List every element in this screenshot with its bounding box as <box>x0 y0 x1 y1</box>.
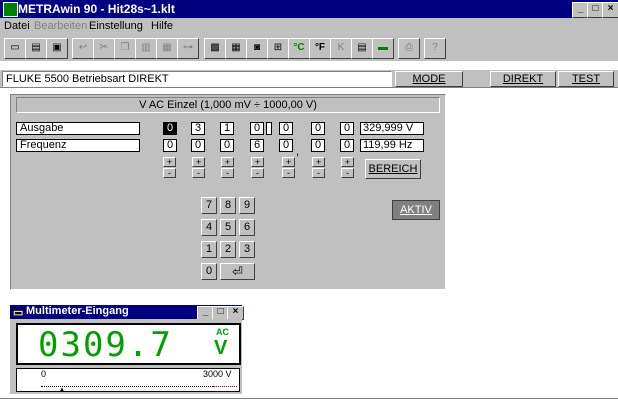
multimeter-reading: 0309.7 <box>38 325 173 365</box>
ausgabe-digit-3[interactable]: 1 <box>220 122 234 135</box>
digit1-minus-button[interactable]: - <box>163 168 176 178</box>
display-icon[interactable]: ▬ <box>372 38 394 59</box>
key-4[interactable]: 4 <box>201 219 217 236</box>
mm-close-button[interactable]: × <box>227 306 244 320</box>
open-file-icon[interactable]: ▤ <box>25 38 47 59</box>
key-3[interactable]: 3 <box>239 241 255 258</box>
key-7[interactable]: 7 <box>201 197 217 214</box>
key-8[interactable]: 8 <box>220 197 236 214</box>
menu-datei[interactable]: Datei <box>4 20 30 32</box>
ausgabe-digit-1[interactable]: 0 <box>163 122 177 135</box>
key-9[interactable]: 9 <box>239 197 255 214</box>
copy-icon[interactable]: ❐ <box>114 38 136 59</box>
cut-icon[interactable]: ✂ <box>93 38 115 59</box>
save-file-icon[interactable]: ▣ <box>46 38 68 59</box>
frequenz-digit-4[interactable]: 6 <box>250 139 264 152</box>
ac-indicator: AC <box>216 327 229 337</box>
device-status: FLUKE 5500 Betriebsart DIREKT <box>2 71 392 87</box>
multimeter-window-icon: ▭ <box>13 307 24 319</box>
clipboard-icon[interactable]: ▦ <box>156 38 178 59</box>
ausgabe-label: Ausgabe <box>16 122 140 135</box>
frequenz-digit-5[interactable]: 0 <box>279 139 293 152</box>
ausgabe-digit-7[interactable]: 0 <box>340 122 354 135</box>
status-bar <box>0 398 618 416</box>
digit6-minus-button[interactable]: - <box>312 168 325 178</box>
grid-icon[interactable]: ▩ <box>204 38 226 59</box>
device-icon[interactable]: ◙ <box>246 38 268 59</box>
multimeter-display: 0309.7 AC V <box>16 323 241 365</box>
key-0[interactable]: 0 <box>201 263 217 280</box>
table-icon[interactable]: ▦ <box>225 38 247 59</box>
menu-einstellung[interactable]: Einstellung <box>89 20 143 32</box>
app-icon <box>3 2 18 17</box>
close-button[interactable]: × <box>602 2 618 18</box>
key-1[interactable]: 1 <box>201 241 217 258</box>
bereich-button[interactable]: BEREICH <box>365 159 421 179</box>
ausgabe-digit-5[interactable]: 0 <box>279 122 293 135</box>
frequenz-digit-7[interactable]: 0 <box>340 139 354 152</box>
paste-icon[interactable]: ▥ <box>135 38 157 59</box>
ausgabe-digit-4[interactable]: 0 <box>250 122 264 135</box>
window-title: METRAwin 90 - Hit28s~1.klt <box>18 2 175 16</box>
key-5[interactable]: 5 <box>220 219 236 236</box>
digit2-plus-button[interactable]: + <box>192 157 205 167</box>
mode-button[interactable]: MODE <box>395 71 463 87</box>
frequenz-label: Frequenz <box>16 139 140 152</box>
new-file-icon[interactable]: ▭ <box>4 38 26 59</box>
frequenz-value: 119,99 Hz <box>360 139 424 152</box>
calculator-icon[interactable]: ▤ <box>351 38 373 59</box>
menu-bearbeiten[interactable]: Bearbeiten <box>34 20 87 32</box>
fahrenheit-button[interactable]: °F <box>309 38 331 59</box>
digit5-minus-button[interactable]: - <box>282 168 295 178</box>
ausgabe-digit-2[interactable]: 3 <box>191 122 205 135</box>
key-2[interactable]: 2 <box>220 241 236 258</box>
test-button[interactable]: TEST <box>558 71 614 87</box>
menu-hilfe[interactable]: Hilfe <box>151 20 173 32</box>
unit-indicator: V <box>214 337 228 359</box>
digit4-minus-button[interactable]: - <box>251 168 264 178</box>
multimeter-title: Multimeter-Eingang <box>26 305 129 317</box>
celsius-button[interactable]: °C <box>288 38 310 59</box>
digit3-plus-button[interactable]: + <box>221 157 234 167</box>
ausgabe-value: 329,999 V <box>360 122 424 135</box>
aktiv-button[interactable]: AKTIV <box>392 200 440 220</box>
digit3-minus-button[interactable]: - <box>221 168 234 178</box>
title-bar: METRAwin 90 - Hit28s~1.klt _ □ × <box>0 0 618 18</box>
print-icon[interactable]: ⎙ <box>398 38 420 59</box>
scale-max-label: 3000 V <box>203 369 232 379</box>
keypad: 7 8 9 4 5 6 1 2 3 0 ⏎ <box>199 195 257 285</box>
digit6-plus-button[interactable]: + <box>312 157 325 167</box>
multimeter-icon[interactable]: ⊞ <box>267 38 289 59</box>
enter-key-icon[interactable]: ⏎ <box>220 263 255 280</box>
digit7-minus-button[interactable]: - <box>341 168 354 178</box>
menu-bar: Datei Bearbeiten Einstellung Hilfe <box>0 18 618 35</box>
digit7-plus-button[interactable]: + <box>341 157 354 167</box>
frequenz-comma: , <box>296 146 300 158</box>
digit4-plus-button[interactable]: + <box>251 157 264 167</box>
decimal-separator <box>266 122 272 135</box>
key-6[interactable]: 6 <box>239 219 255 236</box>
direkt-button[interactable]: DIREKT <box>490 71 556 87</box>
kelvin-button[interactable]: K <box>330 38 352 59</box>
digit5-plus-button[interactable]: + <box>282 157 295 167</box>
digit1-plus-button[interactable]: + <box>163 157 176 167</box>
scale-pointer-icon: ▲ <box>58 385 66 394</box>
multimeter-title-bar: ▭ Multimeter-Eingang _ □ × <box>10 305 244 320</box>
frequenz-digit-6[interactable]: 0 <box>311 139 325 152</box>
ausgabe-digit-6[interactable]: 0 <box>311 122 325 135</box>
digit2-minus-button[interactable]: - <box>192 168 205 178</box>
status-row: FLUKE 5500 Betriebsart DIREKT MODE DIREK… <box>0 70 618 88</box>
help-button[interactable]: ? <box>424 38 446 59</box>
analog-scale: 0 3000 V ▲ <box>16 368 240 394</box>
frequenz-digit-2[interactable]: 0 <box>191 139 205 152</box>
undo-icon[interactable]: ↩ <box>72 38 94 59</box>
range-label: V AC Einzel (1,000 mV ÷ 1000,00 V) <box>16 97 440 113</box>
scale-overrange <box>213 383 237 387</box>
frequenz-digit-1[interactable]: 0 <box>163 139 177 152</box>
toolbar: ▭ ▤ ▣ ↩ ✂ ❐ ▥ ▦ ⊶ ▩ ▦ ◙ ⊞ °C °F K ▤ ▬ ⎙ … <box>0 35 618 61</box>
scale-min-label: 0 <box>41 369 47 379</box>
scale-ticks <box>41 383 213 387</box>
frequenz-digit-3[interactable]: 0 <box>220 139 234 152</box>
link-icon[interactable]: ⊶ <box>177 38 199 59</box>
